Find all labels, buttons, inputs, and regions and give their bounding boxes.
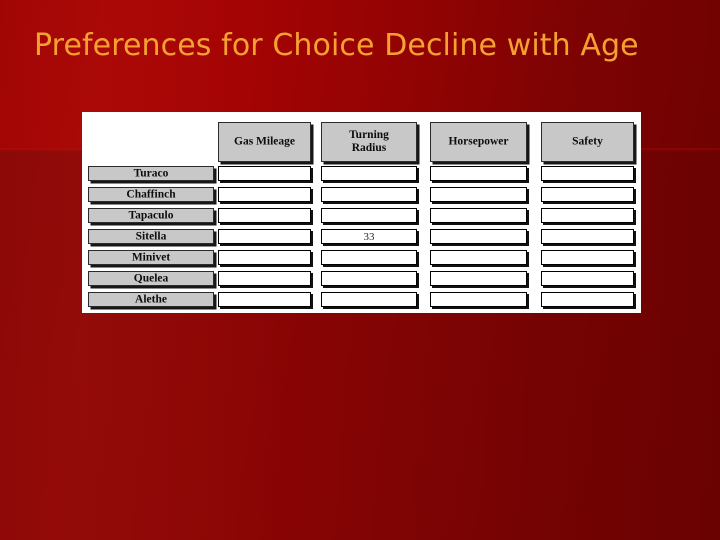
cell-tapaculo-horsepower[interactable] (430, 208, 527, 223)
cell-sitella-safety[interactable] (541, 229, 634, 244)
cell-alethe-gas-mileage[interactable] (218, 292, 311, 307)
cell-chaffinch-turning-radius[interactable] (321, 187, 417, 202)
row-label-tapaculo-text: Tapaculo (128, 209, 174, 222)
cell-minivet-gas-mileage[interactable] (218, 250, 311, 265)
row-label-turaco-text: Turaco (133, 167, 169, 180)
cell-chaffinch-horsepower[interactable] (430, 187, 527, 202)
column-header-turning-radius[interactable]: Turning Radius (321, 122, 417, 162)
cell-sitella-horsepower[interactable] (430, 229, 527, 244)
column-header-turning-radius-text: Turning Radius (349, 129, 389, 154)
row-label-tapaculo[interactable]: Tapaculo (88, 208, 214, 223)
row-label-alethe-text: Alethe (135, 293, 167, 306)
cell-tapaculo-gas-mileage[interactable] (218, 208, 311, 223)
row-label-quelea[interactable]: Quelea (88, 271, 214, 286)
column-header-horsepower[interactable]: Horsepower (430, 122, 527, 162)
cell-turaco-safety[interactable] (541, 166, 634, 181)
slide-canvas: Preferences for Choice Decline with Age … (0, 0, 720, 540)
row-label-alethe[interactable]: Alethe (88, 292, 214, 307)
cell-quelea-gas-mileage[interactable] (218, 271, 311, 286)
cell-turaco-gas-mileage[interactable] (218, 166, 311, 181)
column-header-horsepower-text: Horsepower (448, 135, 509, 148)
column-header-safety[interactable]: Safety (541, 122, 634, 162)
cell-sitella-turning-radius-text: 33 (363, 230, 375, 243)
row-label-turaco[interactable]: Turaco (88, 166, 214, 181)
cell-quelea-turning-radius[interactable] (321, 271, 417, 286)
cell-minivet-safety[interactable] (541, 250, 634, 265)
column-header-safety-text: Safety (572, 135, 603, 148)
cell-quelea-horsepower[interactable] (430, 271, 527, 286)
cell-turaco-horsepower[interactable] (430, 166, 527, 181)
row-label-chaffinch-text: Chaffinch (126, 188, 176, 201)
row-label-quelea-text: Quelea (133, 272, 169, 285)
column-header-gas-mileage[interactable]: Gas Mileage (218, 122, 311, 162)
cell-minivet-horsepower[interactable] (430, 250, 527, 265)
cell-alethe-safety[interactable] (541, 292, 634, 307)
cell-alethe-horsepower[interactable] (430, 292, 527, 307)
row-label-minivet[interactable]: Minivet (88, 250, 214, 265)
cell-sitella-gas-mileage[interactable] (218, 229, 311, 244)
cell-minivet-turning-radius[interactable] (321, 250, 417, 265)
cell-turaco-turning-radius[interactable] (321, 166, 417, 181)
cell-alethe-turning-radius[interactable] (321, 292, 417, 307)
row-label-sitella-text: Sitella (135, 230, 167, 243)
preference-table-panel: Gas Mileage Turning Radius Horsepower Safety… (82, 112, 641, 313)
cell-chaffinch-gas-mileage[interactable] (218, 187, 311, 202)
cell-sitella-turning-radius[interactable]: 33 (321, 229, 417, 244)
cell-tapaculo-turning-radius[interactable] (321, 208, 417, 223)
column-header-gas-mileage-text: Gas Mileage (234, 135, 295, 148)
cell-chaffinch-safety[interactable] (541, 187, 634, 202)
row-label-chaffinch[interactable]: Chaffinch (88, 187, 214, 202)
cell-quelea-safety[interactable] (541, 271, 634, 286)
row-label-sitella[interactable]: Sitella (88, 229, 214, 244)
row-label-minivet-text: Minivet (131, 251, 171, 264)
cell-tapaculo-safety[interactable] (541, 208, 634, 223)
slide-title: Preferences for Choice Decline with Age (34, 28, 639, 63)
